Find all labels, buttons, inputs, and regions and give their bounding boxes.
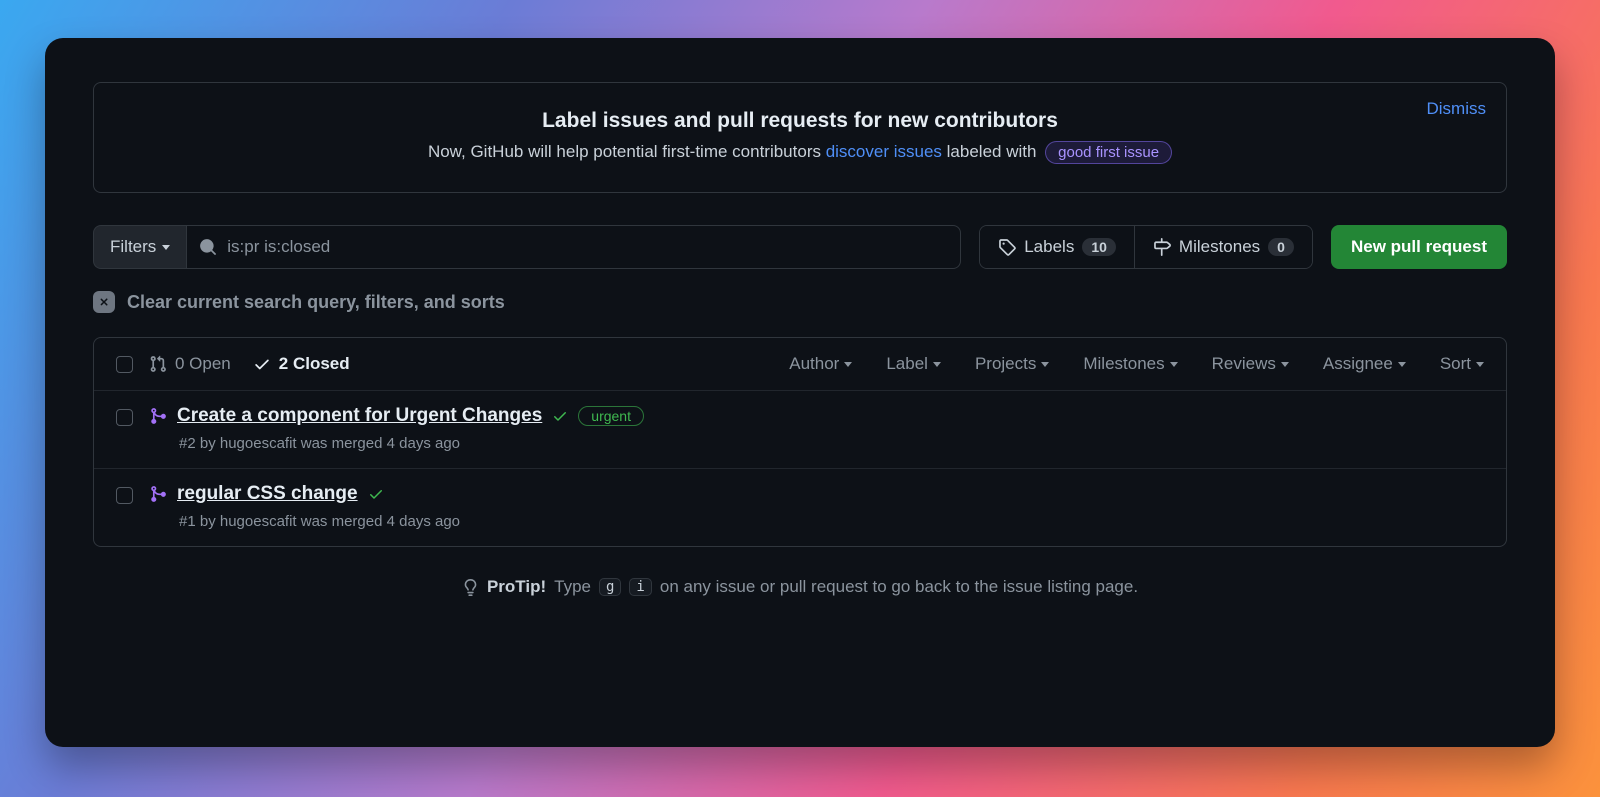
merged-icon [149, 407, 167, 425]
pr-row: Create a component for Urgent Changes ur… [94, 390, 1506, 468]
contributor-banner: Dismiss Label issues and pull requests f… [93, 82, 1507, 193]
close-icon [93, 291, 115, 313]
check-icon [253, 355, 271, 373]
toolbar: Filters Labels 10 Milestones 0 New pull … [93, 225, 1507, 269]
protip-post: on any issue or pull request to go back … [660, 577, 1138, 597]
row-checkbox[interactable] [116, 487, 133, 504]
protip-pre: Type [554, 577, 591, 597]
open-tab[interactable]: 0 Open [149, 354, 231, 374]
filter-reviews[interactable]: Reviews [1212, 354, 1289, 374]
milestone-icon [1153, 238, 1171, 256]
search-wrap [186, 225, 961, 269]
closed-count: 2 Closed [279, 354, 350, 374]
labels-count: 10 [1082, 238, 1116, 256]
banner-desc: Now, GitHub will help potential first-ti… [120, 141, 1480, 164]
caret-down-icon [1170, 362, 1178, 367]
caret-down-icon [1398, 362, 1406, 367]
filter-milestones[interactable]: Milestones [1083, 354, 1177, 374]
filters-button[interactable]: Filters [93, 225, 186, 269]
protip: ProTip! Type g i on any issue or pull re… [93, 577, 1507, 597]
milestones-label: Milestones [1179, 237, 1260, 257]
caret-down-icon [1476, 362, 1484, 367]
banner-desc-post: labeled with [942, 142, 1041, 161]
labels-button[interactable]: Labels 10 [980, 226, 1134, 268]
banner-title: Label issues and pull requests for new c… [120, 109, 1480, 133]
open-count: 0 Open [175, 354, 231, 374]
milestones-count: 0 [1268, 238, 1294, 256]
row-checkbox[interactable] [116, 409, 133, 426]
lightbulb-icon [462, 579, 479, 596]
labels-milestones-group: Labels 10 Milestones 0 [979, 225, 1313, 269]
dismiss-link[interactable]: Dismiss [1427, 99, 1487, 119]
clear-text: Clear current search query, filters, and… [127, 292, 505, 313]
caret-down-icon [1041, 362, 1049, 367]
search-icon [199, 238, 217, 256]
filter-assignee[interactable]: Assignee [1323, 354, 1406, 374]
urgent-label[interactable]: urgent [578, 406, 644, 426]
caret-down-icon [844, 362, 852, 367]
caret-down-icon [933, 362, 941, 367]
pr-title-link[interactable]: regular CSS change [177, 483, 358, 505]
good-first-issue-badge: good first issue [1045, 141, 1172, 164]
banner-desc-pre: Now, GitHub will help potential first-ti… [428, 142, 826, 161]
filters-label: Filters [110, 237, 156, 257]
filter-label[interactable]: Label [886, 354, 941, 374]
caret-down-icon [162, 245, 170, 250]
pr-row: regular CSS change #1 by hugoescafit was… [94, 468, 1506, 546]
caret-down-icon [1281, 362, 1289, 367]
protip-lead: ProTip! [487, 577, 546, 597]
filter-author[interactable]: Author [789, 354, 852, 374]
pr-subtext: #2 by hugoescafit was merged 4 days ago [179, 435, 1484, 452]
pr-icon [149, 355, 167, 373]
clear-search-link[interactable]: Clear current search query, filters, and… [93, 291, 1507, 313]
kbd-g: g [599, 578, 621, 596]
success-check-icon [552, 408, 568, 424]
state-tabs: 0 Open 2 Closed [149, 354, 350, 374]
kbd-i: i [629, 578, 651, 596]
filters-search-group: Filters [93, 225, 961, 269]
app-window: Dismiss Label issues and pull requests f… [45, 38, 1555, 747]
tag-icon [998, 238, 1016, 256]
merged-icon [149, 485, 167, 503]
select-all-checkbox[interactable] [116, 356, 133, 373]
pr-title-link[interactable]: Create a component for Urgent Changes [177, 405, 542, 427]
success-check-icon [368, 486, 384, 502]
list-header: 0 Open 2 Closed Author Label Projects Mi… [94, 338, 1506, 390]
pr-subtext: #1 by hugoescafit was merged 4 days ago [179, 513, 1484, 530]
filter-sort[interactable]: Sort [1440, 354, 1484, 374]
search-input[interactable] [227, 226, 948, 268]
header-filters: Author Label Projects Milestones Reviews… [789, 354, 1484, 374]
new-pull-request-button[interactable]: New pull request [1331, 225, 1507, 269]
closed-tab[interactable]: 2 Closed [253, 354, 350, 374]
labels-label: Labels [1024, 237, 1074, 257]
pr-list: 0 Open 2 Closed Author Label Projects Mi… [93, 337, 1507, 547]
milestones-button[interactable]: Milestones 0 [1134, 226, 1312, 268]
discover-issues-link[interactable]: discover issues [826, 142, 942, 161]
filter-projects[interactable]: Projects [975, 354, 1049, 374]
